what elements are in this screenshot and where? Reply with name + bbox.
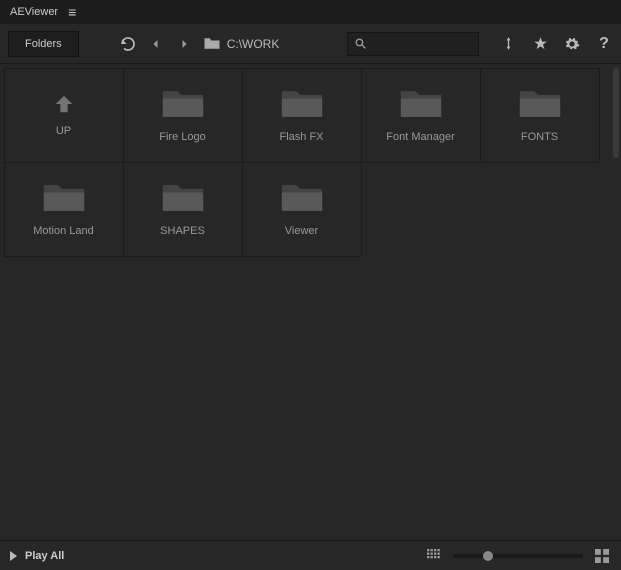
folder-item[interactable]: Motion Land bbox=[4, 162, 124, 257]
hamburger-menu-icon[interactable]: ≡ bbox=[68, 5, 76, 19]
play-icon bbox=[10, 551, 17, 561]
folder-grid: UP Fire Logo Flash FX Font Manager FONTS Moti… bbox=[4, 68, 615, 256]
folder-item[interactable]: Viewer bbox=[242, 162, 362, 257]
sync-icon[interactable] bbox=[499, 35, 517, 53]
item-label: Flash FX bbox=[279, 131, 323, 143]
folder-icon bbox=[399, 87, 443, 121]
footer: Play All bbox=[0, 540, 621, 570]
folder-icon bbox=[518, 87, 562, 121]
path-display[interactable]: C:\WORK bbox=[203, 35, 280, 53]
search-icon bbox=[354, 37, 367, 50]
folder-icon bbox=[42, 181, 86, 215]
folder-icon bbox=[161, 87, 205, 121]
folder-item[interactable]: Fire Logo bbox=[123, 68, 243, 163]
folder-icon bbox=[203, 35, 221, 53]
folder-item[interactable]: Font Manager bbox=[361, 68, 481, 163]
play-all-button[interactable]: Play All bbox=[10, 550, 64, 562]
item-label: Font Manager bbox=[386, 131, 454, 143]
folder-item[interactable]: FONTS bbox=[480, 68, 600, 163]
search-box[interactable] bbox=[347, 32, 479, 56]
item-label: Fire Logo bbox=[159, 131, 205, 143]
forward-arrow-icon[interactable] bbox=[175, 35, 193, 53]
refresh-icon[interactable] bbox=[119, 35, 137, 53]
up-arrow-icon bbox=[53, 93, 75, 115]
gear-icon[interactable] bbox=[563, 35, 581, 53]
search-input[interactable] bbox=[373, 38, 472, 50]
content-area: UP Fire Logo Flash FX Font Manager FONTS Moti… bbox=[0, 64, 621, 540]
path-text: C:\WORK bbox=[227, 37, 280, 51]
grid-large-icon[interactable] bbox=[593, 547, 611, 565]
folder-icon bbox=[280, 181, 324, 215]
item-label: Viewer bbox=[285, 225, 318, 237]
star-icon[interactable] bbox=[531, 35, 549, 53]
zoom-slider[interactable] bbox=[453, 554, 583, 558]
folder-icon bbox=[161, 181, 205, 215]
zoom-slider-thumb[interactable] bbox=[483, 551, 493, 561]
play-all-label: Play All bbox=[25, 550, 64, 562]
back-arrow-icon[interactable] bbox=[147, 35, 165, 53]
app-title: AEViewer bbox=[10, 6, 58, 18]
item-label: SHAPES bbox=[160, 225, 205, 237]
item-label: FONTS bbox=[521, 131, 558, 143]
folder-icon bbox=[280, 87, 324, 121]
help-icon[interactable]: ? bbox=[595, 35, 613, 53]
up-folder-item[interactable]: UP bbox=[4, 68, 124, 163]
scrollbar[interactable] bbox=[613, 68, 619, 158]
item-label: Motion Land bbox=[33, 225, 94, 237]
folders-button[interactable]: Folders bbox=[8, 31, 79, 57]
toolbar: Folders C:\WORK ? bbox=[0, 24, 621, 64]
item-label: UP bbox=[56, 125, 71, 137]
grid-small-icon[interactable] bbox=[425, 547, 443, 565]
folder-item[interactable]: SHAPES bbox=[123, 162, 243, 257]
folder-item[interactable]: Flash FX bbox=[242, 68, 362, 163]
titlebar: AEViewer ≡ bbox=[0, 0, 621, 24]
